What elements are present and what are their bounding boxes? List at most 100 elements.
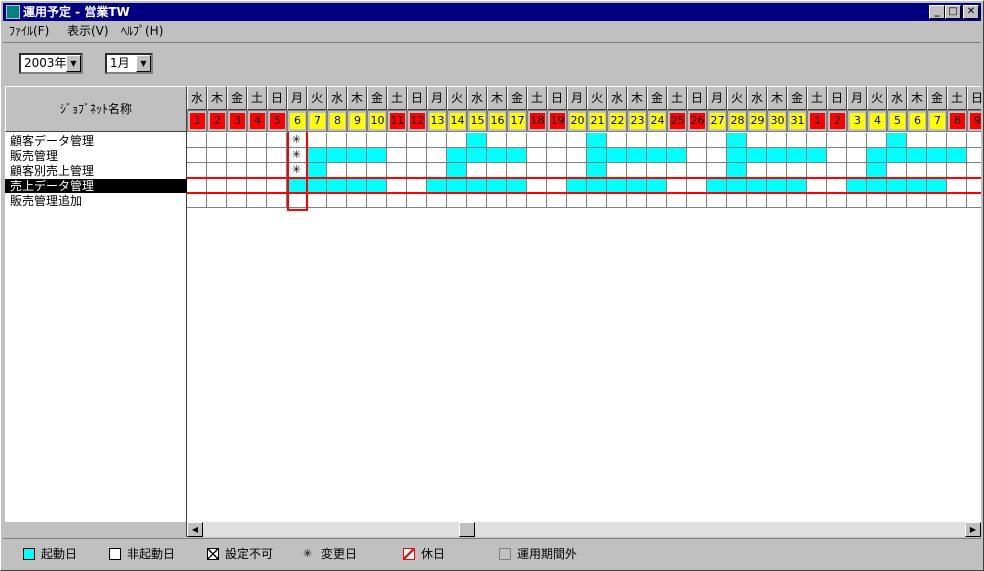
schedule-cell[interactable]: [887, 148, 907, 163]
schedule-cell[interactable]: [507, 193, 527, 208]
schedule-cell[interactable]: [267, 163, 287, 178]
schedule-cell[interactable]: [247, 193, 267, 208]
schedule-cell[interactable]: [847, 193, 867, 208]
schedule-cell[interactable]: [667, 133, 687, 148]
date-header[interactable]: 2: [207, 110, 227, 132]
minimize-button[interactable]: _: [929, 5, 945, 19]
schedule-cell[interactable]: [707, 148, 727, 163]
schedule-cell[interactable]: [727, 178, 747, 193]
schedule-cell[interactable]: [187, 163, 207, 178]
date-header[interactable]: 29: [747, 110, 767, 132]
schedule-cell[interactable]: [967, 193, 981, 208]
date-header[interactable]: 19: [547, 110, 567, 132]
schedule-cell[interactable]: [767, 193, 787, 208]
date-header[interactable]: 6: [287, 110, 307, 132]
schedule-cell[interactable]: [727, 148, 747, 163]
schedule-cell[interactable]: [607, 133, 627, 148]
schedule-cell[interactable]: [587, 133, 607, 148]
schedule-cell[interactable]: [967, 148, 981, 163]
jobnet-item[interactable]: 販売管理: [5, 149, 187, 163]
schedule-cell[interactable]: [747, 163, 767, 178]
schedule-cell[interactable]: [427, 148, 447, 163]
schedule-cell[interactable]: [647, 148, 667, 163]
schedule-cell[interactable]: [447, 133, 467, 148]
schedule-cell[interactable]: [267, 193, 287, 208]
schedule-cell[interactable]: [207, 148, 227, 163]
schedule-cell[interactable]: [727, 133, 747, 148]
date-header[interactable]: 20: [567, 110, 587, 132]
schedule-cell[interactable]: [787, 193, 807, 208]
schedule-cell[interactable]: [627, 148, 647, 163]
schedule-cell[interactable]: [427, 163, 447, 178]
schedule-cell[interactable]: [447, 148, 467, 163]
date-header[interactable]: 1: [807, 110, 827, 132]
date-header[interactable]: 23: [627, 110, 647, 132]
jobnet-item[interactable]: 顧客データ管理: [5, 134, 187, 148]
maximize-button[interactable]: □: [945, 5, 961, 19]
year-select[interactable]: 2003年 ▼: [19, 53, 83, 74]
schedule-cell[interactable]: [267, 148, 287, 163]
schedule-cell[interactable]: [707, 163, 727, 178]
schedule-cell[interactable]: [387, 148, 407, 163]
schedule-cell[interactable]: [907, 133, 927, 148]
schedule-cell[interactable]: [807, 148, 827, 163]
schedule-cell[interactable]: [607, 193, 627, 208]
schedule-cell[interactable]: [687, 148, 707, 163]
schedule-cell[interactable]: [787, 133, 807, 148]
schedule-cell[interactable]: [367, 148, 387, 163]
schedule-cell[interactable]: [307, 148, 327, 163]
schedule-cell[interactable]: [527, 178, 547, 193]
date-header[interactable]: 27: [707, 110, 727, 132]
schedule-cell[interactable]: [207, 163, 227, 178]
schedule-cell[interactable]: [267, 178, 287, 193]
schedule-cell[interactable]: [387, 178, 407, 193]
schedule-cell[interactable]: [867, 163, 887, 178]
schedule-cell[interactable]: [627, 163, 647, 178]
date-header[interactable]: 9: [347, 110, 367, 132]
schedule-cell[interactable]: [307, 133, 327, 148]
schedule-cell[interactable]: [587, 193, 607, 208]
scroll-thumb[interactable]: [459, 522, 475, 537]
schedule-cell[interactable]: [827, 133, 847, 148]
date-header[interactable]: 22: [607, 110, 627, 132]
schedule-cell[interactable]: [627, 133, 647, 148]
schedule-cell[interactable]: [787, 178, 807, 193]
schedule-cell[interactable]: [847, 133, 867, 148]
schedule-cell[interactable]: [727, 163, 747, 178]
schedule-cell[interactable]: [807, 133, 827, 148]
schedule-cell[interactable]: [207, 133, 227, 148]
schedule-cell[interactable]: [527, 148, 547, 163]
date-header[interactable]: 14: [447, 110, 467, 132]
schedule-cell[interactable]: [667, 178, 687, 193]
schedule-cell[interactable]: [487, 133, 507, 148]
schedule-cell[interactable]: [827, 193, 847, 208]
schedule-cell[interactable]: [967, 178, 981, 193]
jobnet-item[interactable]: 販売管理追加: [5, 194, 187, 208]
schedule-cell[interactable]: [327, 193, 347, 208]
schedule-grid[interactable]: 水 1 木 2 金 3 土 4 日 5 月 6 火 7 水 8 木 9 金 10 土 11 日 12 月 13 火 14 水 15 木 16 金…: [187, 86, 981, 522]
schedule-cell[interactable]: [247, 178, 267, 193]
schedule-cell[interactable]: [687, 133, 707, 148]
date-header[interactable]: 10: [367, 110, 387, 132]
schedule-cell[interactable]: [307, 193, 327, 208]
date-header[interactable]: 26: [687, 110, 707, 132]
schedule-cell[interactable]: [567, 163, 587, 178]
schedule-cell[interactable]: [747, 178, 767, 193]
schedule-cell[interactable]: [767, 178, 787, 193]
schedule-cell[interactable]: [867, 133, 887, 148]
schedule-cell[interactable]: [487, 163, 507, 178]
schedule-cell[interactable]: [507, 163, 527, 178]
schedule-cell[interactable]: [407, 178, 427, 193]
schedule-cell[interactable]: [187, 178, 207, 193]
date-header[interactable]: 7: [307, 110, 327, 132]
jobnet-item[interactable]: 売上データ管理: [5, 179, 187, 193]
schedule-cell[interactable]: [807, 163, 827, 178]
schedule-cell[interactable]: [287, 193, 307, 208]
schedule-cell[interactable]: [947, 163, 967, 178]
schedule-cell[interactable]: [687, 178, 707, 193]
schedule-cell[interactable]: [347, 133, 367, 148]
schedule-cell[interactable]: [807, 178, 827, 193]
schedule-cell[interactable]: [567, 193, 587, 208]
schedule-cell[interactable]: [967, 163, 981, 178]
schedule-cell[interactable]: [327, 163, 347, 178]
